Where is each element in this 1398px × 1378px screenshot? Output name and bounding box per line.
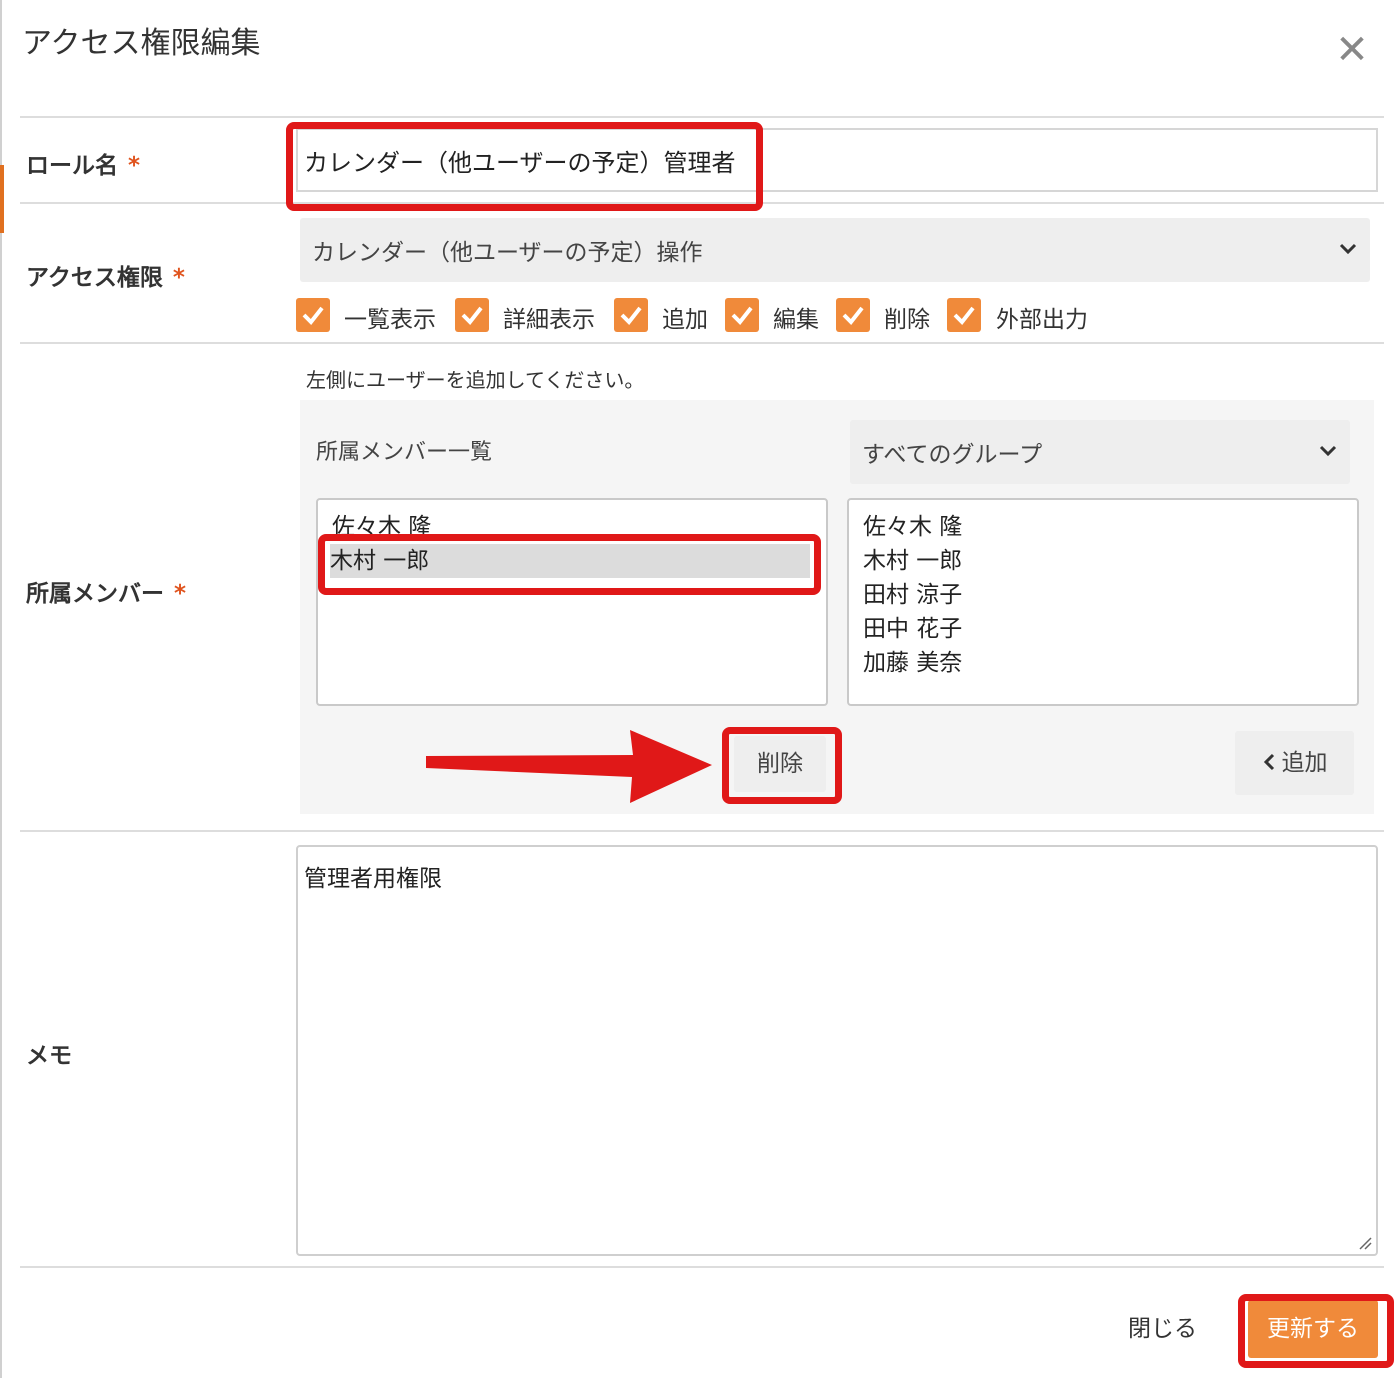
- chevron-down-icon: [1319, 445, 1337, 457]
- members-label-text: 所属メンバー: [26, 581, 164, 607]
- permission-checkbox-list[interactable]: [296, 298, 330, 332]
- list-item[interactable]: 田村 涼子: [863, 578, 962, 612]
- available-members-listbox[interactable]: 佐々木 隆 木村 一郎 田村 涼子 田中 花子 加藤 美奈: [847, 498, 1359, 706]
- close-button[interactable]: 閉じる: [1110, 1300, 1215, 1358]
- permission-checkbox-add[interactable]: [614, 298, 648, 332]
- resize-grip-icon[interactable]: [1358, 1236, 1372, 1250]
- list-item[interactable]: 木村 一郎: [863, 544, 962, 578]
- required-mark: *: [174, 581, 187, 607]
- check-icon: [731, 306, 753, 326]
- members-label: 所属メンバー *: [26, 574, 186, 608]
- permission-label-edit: 編集: [773, 307, 819, 333]
- check-icon: [620, 306, 642, 326]
- delete-member-button[interactable]: 削除: [734, 736, 826, 792]
- divider: [20, 1266, 1384, 1268]
- permission-checkbox-detail[interactable]: [455, 298, 489, 332]
- list-item[interactable]: 田中 花子: [863, 612, 962, 646]
- access-permission-selected: カレンダー（他ユーザーの予定）操作: [312, 240, 703, 266]
- memo-label: メモ: [26, 1043, 72, 1069]
- list-item-selected[interactable]: 木村 一郎: [330, 544, 810, 578]
- add-member-label: 追加: [1281, 750, 1328, 776]
- permission-checkbox-export[interactable]: [947, 298, 981, 332]
- permission-label-export: 外部出力: [996, 307, 1088, 333]
- group-select[interactable]: すべてのグループ: [850, 420, 1350, 484]
- chevron-down-icon: [1339, 243, 1357, 255]
- permission-label-delete: 削除: [884, 307, 930, 333]
- divider: [20, 116, 1384, 118]
- update-button[interactable]: 更新する: [1248, 1300, 1378, 1358]
- required-mark: *: [172, 265, 185, 291]
- left-accent-bar: [0, 165, 4, 233]
- permission-checkbox-delete[interactable]: [836, 298, 870, 332]
- add-member-button[interactable]: 追加: [1235, 731, 1354, 795]
- required-mark: *: [128, 153, 141, 179]
- memo-textarea[interactable]: 管理者用権限: [296, 845, 1378, 1256]
- check-icon: [461, 306, 483, 326]
- permission-checkbox-edit[interactable]: [725, 298, 759, 332]
- access-permission-label-text: アクセス権限: [26, 265, 163, 291]
- dialog-title: アクセス権限編集: [22, 26, 261, 61]
- permission-label-detail: 詳細表示: [503, 307, 595, 333]
- check-icon: [953, 306, 975, 326]
- role-name-label: ロール名 *: [26, 146, 140, 180]
- arrow-right-icon: [426, 730, 712, 803]
- group-select-value: すべてのグループ: [862, 442, 1043, 468]
- list-item[interactable]: 佐々木 隆: [332, 510, 431, 544]
- list-item[interactable]: 佐々木 隆: [863, 510, 962, 544]
- member-list-title: 所属メンバー一覧: [316, 440, 493, 465]
- access-permission-select[interactable]: カレンダー（他ユーザーの予定）操作: [300, 218, 1370, 282]
- check-icon: [842, 306, 864, 326]
- role-name-input[interactable]: [296, 128, 1378, 192]
- assigned-members-listbox[interactable]: 佐々木 隆 木村 一郎: [316, 498, 828, 706]
- access-permission-label: アクセス権限 *: [26, 258, 185, 292]
- members-hint: 左側にユーザーを追加してください。: [306, 368, 645, 392]
- memo-text: 管理者用権限: [304, 866, 442, 892]
- permission-label-list: 一覧表示: [344, 307, 436, 333]
- close-icon[interactable]: ✕: [1330, 28, 1374, 72]
- role-name-label-text: ロール名: [26, 153, 118, 179]
- chevron-left-icon: [1263, 753, 1274, 771]
- list-item[interactable]: 加藤 美奈: [863, 646, 962, 680]
- check-icon: [302, 306, 324, 326]
- divider: [20, 202, 1384, 204]
- divider: [20, 342, 1384, 344]
- divider: [20, 830, 1384, 832]
- permission-label-add: 追加: [662, 307, 708, 333]
